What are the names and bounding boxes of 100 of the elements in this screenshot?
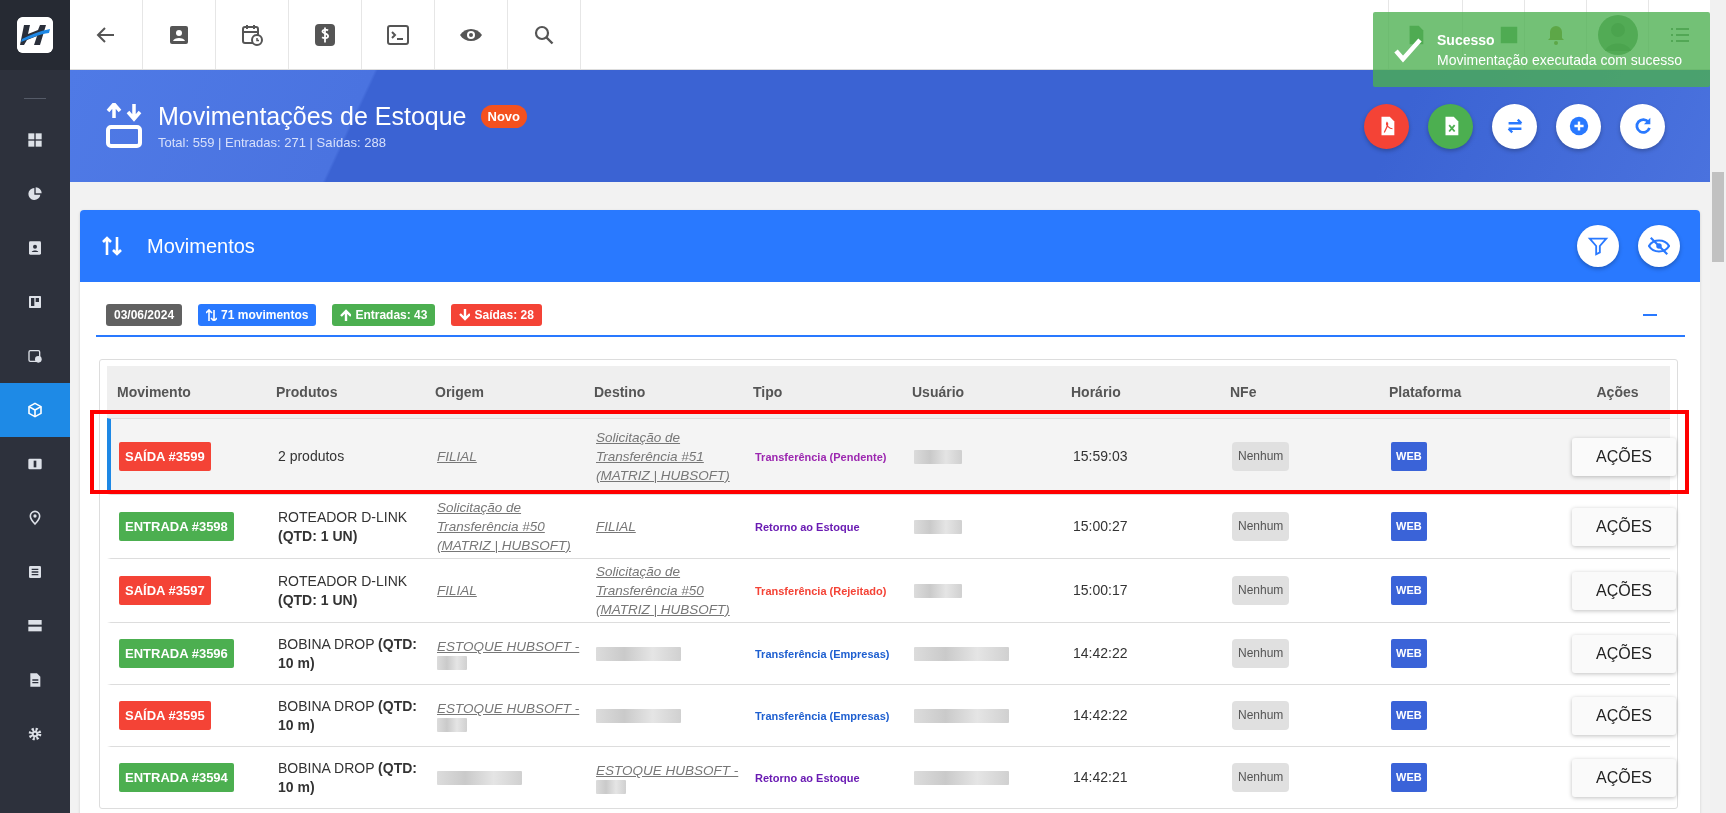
location-link[interactable]: Solicitação de Transferência #51 (MATRIZ | HUBSOFT) [596,428,744,485]
location-link[interactable]: FILIAL [437,581,585,600]
cube-icon [27,402,43,418]
nfe-status-badge: Nenhum [1232,512,1290,541]
movements-count-chip: 71 movimentos [198,304,317,326]
actions-button[interactable]: AÇÕES [1572,571,1676,610]
contact-card-icon [27,240,43,256]
grid-icon [27,132,43,148]
table-row[interactable]: SAÍDA #3595 BOBINA DROP (QTD: 10 m) ESTOQUE HUBSOFT - Transferência (Empresas) 14:42:22 Nenhum WEB AÇÕES [107,684,1670,746]
products-cell-text: ROTEADOR D-LINK (QTD: 1 UN) [277,571,409,610]
time-cell-text: 14:42:21 [1072,768,1129,787]
products-cell-text: ROTEADOR D-LINK (QTD: 1 UN) [277,507,409,546]
location-link[interactable]: Solicitação de Transferência #50 (MATRIZ | HUBSOFT) [437,498,585,555]
movement-type: Retorno ao Estoque [755,771,860,784]
nfe-status-badge: Nenhum [1232,442,1290,471]
scrollbar-thumb[interactable] [1712,172,1724,262]
logo-icon[interactable] [17,17,53,53]
dollar-bill-icon [27,456,43,472]
nfe-status-badge: Nenhum [1232,701,1290,730]
products-cell-text: 2 produtos [277,447,346,466]
column-header: Horário [1070,384,1122,400]
entries-count-chip: Entradas: 43 [332,304,436,326]
table-row[interactable]: ENTRADA #3594 BOBINA DROP (QTD: 10 m) ESTOQUE HUBSOFT - Retorno ao Estoque 14:42:21 Nenhum WEB AÇÕES [107,746,1670,808]
actions-button[interactable]: AÇÕES [1572,758,1676,797]
document-icon [27,672,43,688]
actions-button[interactable]: AÇÕES [1572,507,1676,546]
time-cell-text: 14:42:22 [1072,706,1129,725]
card-action-button[interactable] [1638,225,1680,267]
column-header: Plataforma [1388,384,1463,400]
time-cell-text: 14:42:22 [1072,644,1129,663]
up-down-arrows-icon [206,309,218,321]
table-row[interactable]: ENTRADA #3598 ROTEADOR D-LINK (QTD: 1 UN) Solicitação de Transferência #50 (MATRIZ | HUBSOFT) FILIAL Retorno ao Estoque 15:00:27 Nenhum WEB AÇÕES [107,494,1670,558]
actions-button[interactable]: AÇÕES [1572,437,1676,476]
table-row[interactable]: ENTRADA #3596 BOBINA DROP (QTD: 10 m) ESTOQUE HUBSOFT - Transferência (Empresas) 14:42:22 Nenhum WEB AÇÕES [107,622,1670,684]
movement-type: Transferência (Pendente) [755,450,887,463]
movement-type: Transferência (Empresas) [755,709,890,722]
exit-tag: SAÍDA #3595 [119,701,211,730]
new-badge: Novo [480,105,527,128]
exits-count-chip: Saídas: 28 [451,304,542,326]
nfe-status-badge: Nenhum [1232,763,1290,792]
location-link[interactable]: ESTOQUE HUBSOFT - [596,761,744,780]
exit-tag: SAÍDA #3597 [119,576,211,605]
list-box-icon [27,564,43,580]
header-action-button[interactable] [1492,103,1537,149]
header-action-button[interactable] [1364,103,1409,149]
location-link[interactable]: FILIAL [596,517,744,536]
platform-badge: WEB [1391,639,1427,668]
check-icon [1393,36,1423,63]
dollar-icon [313,22,337,47]
board-icon [27,294,43,310]
page-summary: Total: 559 | Entradas: 271 | Saídas: 288 [158,135,387,150]
products-cell-text: BOBINA DROP (QTD: 10 m) [277,758,418,797]
column-header: Destino [593,384,647,400]
up-arrow-icon [340,309,352,321]
time-cell-text: 15:00:17 [1072,581,1129,600]
entry-tag: ENTRADA #3594 [119,763,234,792]
column-header: Tipo [752,384,784,400]
transfer-arrows-icon [104,103,144,149]
pie-chart-icon [27,186,43,202]
column-header: Movimento [116,384,192,400]
map-pin-icon [27,510,43,526]
time-cell-text: 15:00:27 [1072,517,1129,536]
filter-icon [1587,235,1609,257]
platform-badge: WEB [1391,576,1427,605]
card-title: Movimentos [147,234,256,258]
entry-tag: ENTRADA #3596 [119,639,234,668]
column-header: Ações [1595,384,1640,400]
exit-tag: SAÍDA #3599 [119,442,211,471]
table-row[interactable]: SAÍDA #3597 ROTEADOR D-LINK (QTD: 1 UN) FILIAL Solicitação de Transferência #50 (MATRIZ | HUBSOFT) Transferência (Rejeitado) 15:00:17 Nenhum WEB AÇÕES [107,558,1670,622]
add-icon [1567,115,1590,137]
actions-button[interactable]: AÇÕES [1572,696,1676,735]
card-action-button[interactable] [1577,225,1619,267]
toast-title: Sucesso [1437,31,1495,48]
nfe-status-badge: Nenhum [1232,576,1290,605]
nfe-status-badge: Nenhum [1232,639,1290,668]
products-cell-text: BOBINA DROP (QTD: 10 m) [277,696,418,735]
actions-button[interactable]: AÇÕES [1572,634,1676,673]
up-down-arrows-icon [102,235,122,257]
location-link[interactable]: ESTOQUE HUBSOFT - [437,637,585,656]
date-chip: 03/06/2024 [106,304,183,326]
products-cell-text: BOBINA DROP (QTD: 10 m) [277,634,418,673]
location-link[interactable]: Solicitação de Transferência #50 (MATRIZ | HUBSOFT) [596,562,744,619]
column-header: Produtos [275,384,339,400]
entry-tag: ENTRADA #3598 [119,512,234,541]
hidden-eye-icon [1648,235,1670,257]
location-link[interactable]: ESTOQUE HUBSOFT - [437,699,585,718]
header-action-button[interactable] [1556,103,1601,149]
platform-badge: WEB [1391,763,1427,792]
column-header: Origem [434,384,485,400]
platform-badge: WEB [1391,512,1427,541]
server-icon [27,618,43,634]
time-cell-text: 15:59:03 [1072,447,1129,466]
platform-badge: WEB [1391,442,1427,471]
header-action-button[interactable] [1620,103,1665,149]
terminal-icon [386,22,410,47]
header-action-button[interactable] [1428,103,1473,149]
movement-type: Retorno ao Estoque [755,520,860,533]
location-link[interactable]: FILIAL [437,447,585,466]
page-title: Movimentações de Estoque [158,102,467,131]
platform-badge: WEB [1391,701,1427,730]
